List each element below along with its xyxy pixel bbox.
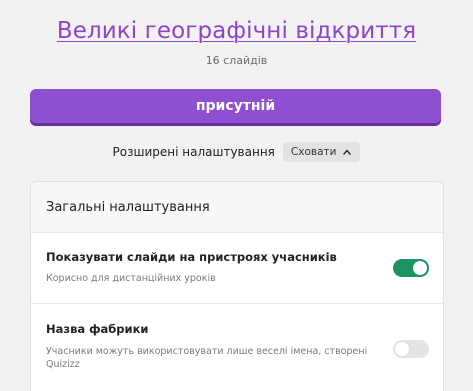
hide-button-label: Сховати (290, 146, 337, 158)
setting-description: Учасники можуть використовувати лише вес… (46, 346, 368, 370)
setting-title: Показувати слайди на пристроях учасників (46, 250, 337, 264)
general-settings-card: Загальні налаштування Показувати слайди … (30, 181, 444, 391)
hide-advanced-button[interactable]: Сховати (282, 142, 361, 162)
present-button[interactable]: присутній (30, 89, 441, 123)
toggle-knob (395, 342, 409, 356)
advanced-settings-label: Розширені налаштування (112, 145, 275, 159)
setting-title: Назва фабрики (46, 322, 149, 336)
quiz-title-link[interactable]: Великі географічні відкриття (0, 18, 473, 44)
page: Великі географічні відкриття 16 слайдів … (0, 0, 473, 391)
present-button-label: присутній (195, 98, 276, 114)
show-slides-toggle[interactable] (393, 259, 429, 277)
chevron-up-icon (343, 149, 352, 155)
setting-factory-name: Назва фабрики Учасники можуть використов… (31, 304, 443, 391)
advanced-settings-row: Розширені налаштування Сховати (0, 142, 473, 162)
factory-name-toggle[interactable] (393, 340, 429, 358)
general-settings-title: Загальні налаштування (46, 199, 210, 215)
setting-description: Корисно для дистанційних уроків (46, 273, 216, 284)
toggle-knob (413, 261, 427, 275)
slide-count: 16 слайдів (205, 54, 268, 67)
setting-show-slides: Показувати слайди на пристроях учасників… (31, 233, 443, 304)
general-settings-header: Загальні налаштування (31, 182, 443, 233)
